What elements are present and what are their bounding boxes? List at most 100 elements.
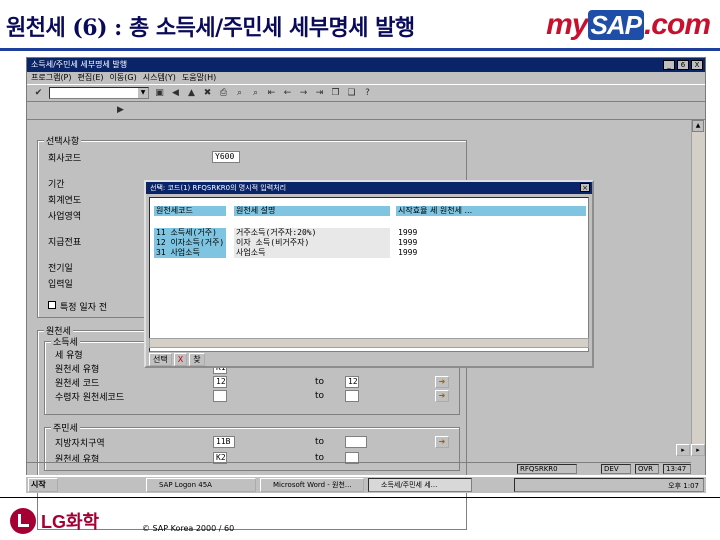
- multiple-selection-button[interactable]: ➜: [435, 376, 449, 388]
- next-page-icon[interactable]: →: [298, 88, 309, 99]
- region-to-input[interactable]: [345, 436, 367, 448]
- table-row-year[interactable]: 1999: [396, 238, 456, 248]
- table-row-description[interactable]: 거주소득(거주자:20%): [234, 228, 390, 238]
- task-sap-logon[interactable]: SAP Logon 45A: [146, 478, 256, 492]
- back-icon[interactable]: ◀: [170, 88, 181, 99]
- recipient-code-from-input[interactable]: [213, 390, 227, 402]
- logo-com: .com: [643, 8, 711, 41]
- slide-header: 원천세 (6) : 총 소득세/주민세 세부명세 발행 my SAP .com: [0, 0, 720, 52]
- status-button-2[interactable]: ▸: [691, 444, 705, 456]
- dialog-footer: 선택 X 찾: [149, 353, 205, 366]
- search-button[interactable]: 찾: [189, 353, 205, 366]
- status-program: RFQSRKR0: [517, 464, 577, 474]
- key-date-checkbox[interactable]: [48, 301, 56, 309]
- windows-taskbar: 시작 SAP Logon 45A Microsoft Word - 원천... …: [26, 475, 706, 493]
- recipient-code-to-input[interactable]: [345, 390, 359, 402]
- task-word[interactable]: Microsoft Word - 원천...: [260, 478, 364, 492]
- status-time: 13:47: [663, 464, 691, 474]
- posting-date-label: 전기일: [48, 264, 73, 274]
- enter-icon[interactable]: ✔: [33, 88, 44, 99]
- cancel-icon[interactable]: ✖: [202, 88, 213, 99]
- business-area-label: 사업영역: [48, 212, 82, 222]
- table-row-code[interactable]: 31 사업소득: [154, 248, 226, 258]
- application-toolbar: ▶: [27, 102, 705, 120]
- column-header-year[interactable]: 시작효율 세 원천세 ...: [396, 206, 586, 216]
- mysap-logo: my SAP .com: [546, 8, 711, 42]
- slide-title: 원천세 (6) : 총 소득세/주민세 세부명세 발행: [6, 15, 415, 41]
- dialog-title: 선택: 코드(1) RFQSRKR0의 명시적 입력처리: [150, 184, 287, 192]
- header-rule: [0, 48, 720, 51]
- table-row-description[interactable]: 사업소득: [234, 248, 390, 258]
- region-label: 지방자치구역: [55, 439, 105, 449]
- new-session-icon[interactable]: ❐: [330, 88, 341, 99]
- wht-code-from-input[interactable]: 12: [213, 376, 227, 388]
- menu-help[interactable]: 도움말(H): [182, 72, 216, 84]
- menu-edit[interactable]: 편집(E): [78, 72, 104, 84]
- close-button[interactable]: X: [691, 60, 703, 70]
- status-overwrite: OVR: [635, 464, 659, 474]
- find-icon[interactable]: ⌕: [234, 88, 245, 99]
- window-title-bar[interactable]: 소득세/주민세 세부명세 발행 _ 6 X: [27, 58, 705, 72]
- status-mini-buttons: ▸ ▸: [676, 444, 705, 456]
- cancel-button[interactable]: X: [173, 353, 188, 366]
- recipient-code-label: 수령자 원천세코드: [55, 393, 125, 403]
- company-code-input[interactable]: Y600: [212, 151, 240, 163]
- entry-date-label: 입력일: [48, 280, 73, 290]
- print-icon[interactable]: ⎙: [218, 88, 229, 99]
- table-row-code[interactable]: 11 소득세(거주): [154, 228, 226, 238]
- window-title: 소득세/주민세 세부명세 발행: [31, 60, 128, 69]
- vertical-scrollbar[interactable]: ▲: [691, 120, 705, 454]
- scroll-up-icon[interactable]: ▲: [692, 120, 704, 132]
- select-button[interactable]: 선택: [149, 353, 172, 366]
- dialog-title-bar[interactable]: 선택: 코드(1) RFQSRKR0의 명시적 입력처리 ×: [146, 182, 592, 194]
- taskbar-clock: 오후 1:07: [668, 482, 699, 490]
- start-button[interactable]: 시작: [28, 478, 58, 492]
- payment-doc-label: 지급전표: [48, 238, 82, 248]
- window-controls: _ 6 X: [663, 60, 703, 70]
- dialog-close-icon[interactable]: ×: [580, 183, 590, 192]
- command-field[interactable]: ▼: [49, 87, 149, 99]
- key-date-checkbox-label: 특정 일자 전: [60, 303, 108, 313]
- dialog-list: 원천세코드 원천세 설명 시작효율 세 원천세 ... 11 소득세(거주) 거…: [149, 197, 589, 352]
- income-tax-label: 소득세: [51, 335, 80, 348]
- menu-system[interactable]: 시스템(Y): [143, 72, 176, 84]
- last-page-icon[interactable]: ⇥: [314, 88, 325, 99]
- wht-code-to-label: to: [315, 377, 325, 387]
- dialog-horizontal-scrollbar[interactable]: [149, 338, 589, 348]
- table-row-year[interactable]: 1999: [396, 248, 456, 258]
- table-row-year[interactable]: 1999: [396, 228, 456, 238]
- region-to-label: to: [315, 437, 325, 447]
- footer-rule: [0, 497, 720, 498]
- task-sap-report[interactable]: 소득세/주민세 세...: [368, 478, 472, 492]
- maximize-button[interactable]: 6: [677, 60, 689, 70]
- status-button-1[interactable]: ▸: [676, 444, 690, 456]
- region-multiple-selection-button[interactable]: ➜: [435, 436, 449, 448]
- wht-type-label: 원천세 유형: [55, 365, 100, 375]
- menu-goto[interactable]: 이동(G): [110, 72, 137, 84]
- status-client: DEV: [601, 464, 631, 474]
- help-icon[interactable]: ?: [362, 88, 373, 99]
- first-page-icon[interactable]: ⇤: [266, 88, 277, 99]
- save-icon[interactable]: ▣: [154, 88, 165, 99]
- find-next-icon[interactable]: ⌕: [250, 88, 261, 99]
- lg-logo-icon: [10, 508, 36, 534]
- system-tray: 오후 1:07: [514, 478, 704, 492]
- table-row-description[interactable]: 이자 소득(비거주자): [234, 238, 390, 248]
- execute-icon[interactable]: ▶: [115, 105, 126, 116]
- recipient-code-to-label: to: [315, 391, 325, 401]
- chevron-down-icon[interactable]: ▼: [138, 88, 148, 98]
- column-header-description[interactable]: 원천세 설명: [234, 206, 390, 216]
- recipient-multiple-selection-button[interactable]: ➜: [435, 390, 449, 402]
- wht-code-to-input[interactable]: 12: [345, 376, 359, 388]
- minimize-button[interactable]: _: [663, 60, 675, 70]
- wht-code-label: 원천세 코드: [55, 379, 100, 389]
- shortcut-icon[interactable]: ❏: [346, 88, 357, 99]
- region-input[interactable]: 11B: [213, 436, 235, 448]
- selection-group-label: 선택사항: [44, 134, 82, 147]
- prev-page-icon[interactable]: ←: [282, 88, 293, 99]
- table-row-code[interactable]: 12 이자소득(거주): [154, 238, 226, 248]
- column-header-code[interactable]: 원천세코드: [154, 206, 226, 216]
- exit-icon[interactable]: ▲: [186, 88, 197, 99]
- menu-program[interactable]: 프로그램(P): [31, 72, 72, 84]
- status-bar: RFQSRKR0 DEV OVR 13:47: [27, 462, 691, 474]
